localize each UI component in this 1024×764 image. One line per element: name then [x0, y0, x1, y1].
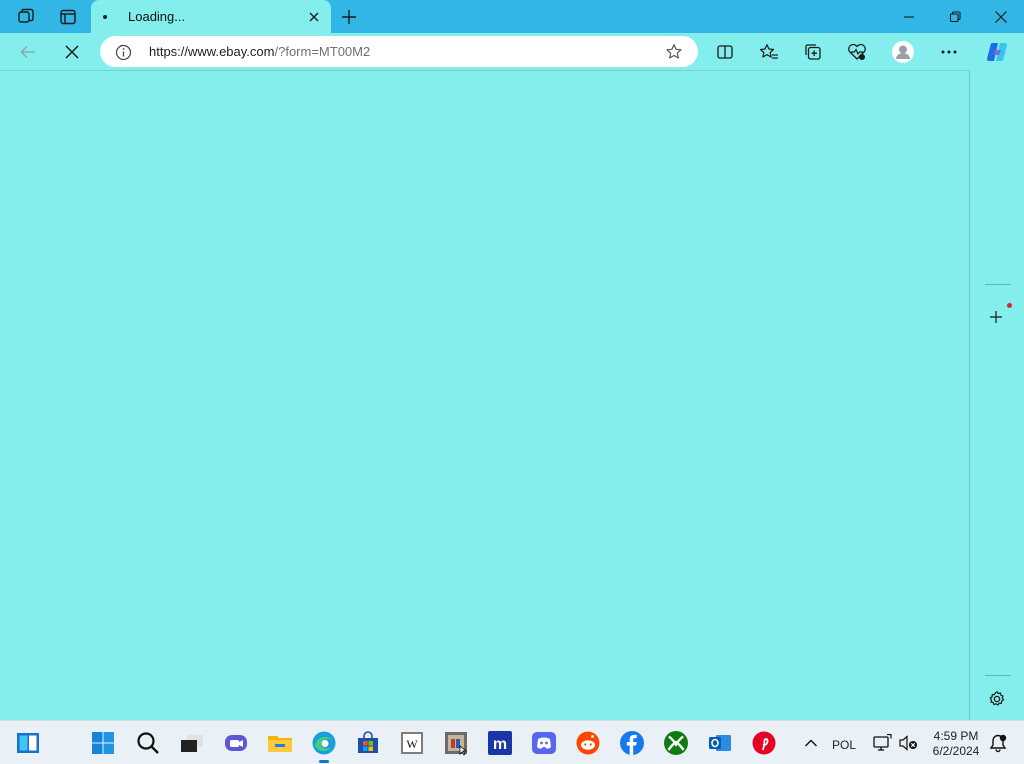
sidebar-divider — [985, 675, 1011, 676]
media-app-icon[interactable] — [442, 729, 470, 757]
network-icon[interactable] — [868, 729, 896, 757]
browser-toolbar: https://www.ebay.com/?form=MT00M2 — [0, 33, 1024, 70]
discord-icon[interactable] — [530, 729, 558, 757]
url-text[interactable]: https://www.ebay.com/?form=MT00M2 — [149, 44, 370, 59]
file-explorer-icon[interactable] — [266, 729, 294, 757]
collections-icon[interactable] — [797, 36, 829, 68]
favorite-star-icon[interactable] — [664, 42, 684, 62]
title-bar: Loading... — [0, 0, 1024, 33]
sidebar-divider — [985, 284, 1011, 285]
back-arrow-icon[interactable] — [12, 36, 44, 68]
clock-time: 4:59 PM — [933, 729, 979, 743]
edge-icon[interactable] — [310, 729, 338, 763]
volume-muted-icon[interactable] — [894, 729, 922, 757]
notification-dot — [1007, 303, 1012, 308]
edge-sidebar — [970, 70, 1024, 720]
clock-date: 6/2/2024 — [932, 744, 980, 758]
browser-essentials-icon[interactable] — [841, 36, 873, 68]
split-screen-icon[interactable] — [709, 36, 741, 68]
loading-icon — [103, 15, 107, 19]
teams-icon[interactable] — [222, 729, 250, 757]
add-sidebar-app-icon[interactable] — [983, 304, 1009, 330]
site-info-icon[interactable] — [114, 43, 132, 61]
copilot-icon[interactable] — [981, 36, 1013, 68]
store-icon[interactable] — [354, 729, 382, 757]
url-domain: https://www.ebay.com — [149, 44, 275, 59]
search-icon[interactable] — [134, 729, 162, 757]
widgets-icon[interactable] — [14, 729, 42, 757]
new-tab-icon[interactable] — [334, 4, 364, 30]
reddit-icon[interactable] — [574, 729, 602, 757]
restore-button[interactable] — [932, 0, 978, 33]
address-bar[interactable]: https://www.ebay.com/?form=MT00M2 — [100, 36, 698, 67]
vertical-tabs-icon[interactable] — [53, 4, 83, 30]
stop-loading-icon[interactable] — [56, 36, 88, 68]
close-window-button[interactable] — [978, 0, 1024, 33]
start-icon[interactable] — [89, 729, 117, 757]
active-tab[interactable]: Loading... — [91, 0, 331, 33]
xbox-icon[interactable] — [662, 729, 690, 757]
pinterest-icon[interactable] — [750, 729, 778, 757]
profile-avatar-icon[interactable] — [887, 36, 919, 68]
show-hidden-icons-chevron-icon[interactable] — [797, 729, 825, 757]
wikipedia-icon[interactable]: W — [398, 729, 426, 757]
tab-title: Loading... — [128, 9, 186, 24]
windows-taskbar: W m POL 4:59 PM 6/2/2024 — [0, 720, 1024, 764]
close-tab-icon[interactable] — [303, 6, 325, 28]
minimize-button[interactable] — [886, 0, 932, 33]
outlook-icon[interactable] — [706, 729, 734, 757]
m-app-icon[interactable]: m — [486, 729, 514, 757]
favorites-icon[interactable] — [753, 36, 785, 68]
svg-text:m: m — [493, 736, 507, 753]
notifications-bell-icon[interactable] — [984, 729, 1012, 757]
more-options-icon[interactable] — [933, 36, 965, 68]
svg-text:W: W — [406, 737, 418, 751]
task-view-icon[interactable] — [178, 729, 206, 757]
url-path: /?form=MT00M2 — [274, 44, 371, 59]
system-clock[interactable]: 4:59 PM 6/2/2024 — [926, 729, 986, 759]
sidebar-settings-gear-icon[interactable] — [984, 686, 1010, 712]
input-language[interactable]: POL — [832, 738, 856, 752]
web-content-area[interactable] — [0, 70, 970, 720]
facebook-icon[interactable] — [618, 729, 646, 757]
workspaces-icon[interactable] — [11, 4, 41, 30]
